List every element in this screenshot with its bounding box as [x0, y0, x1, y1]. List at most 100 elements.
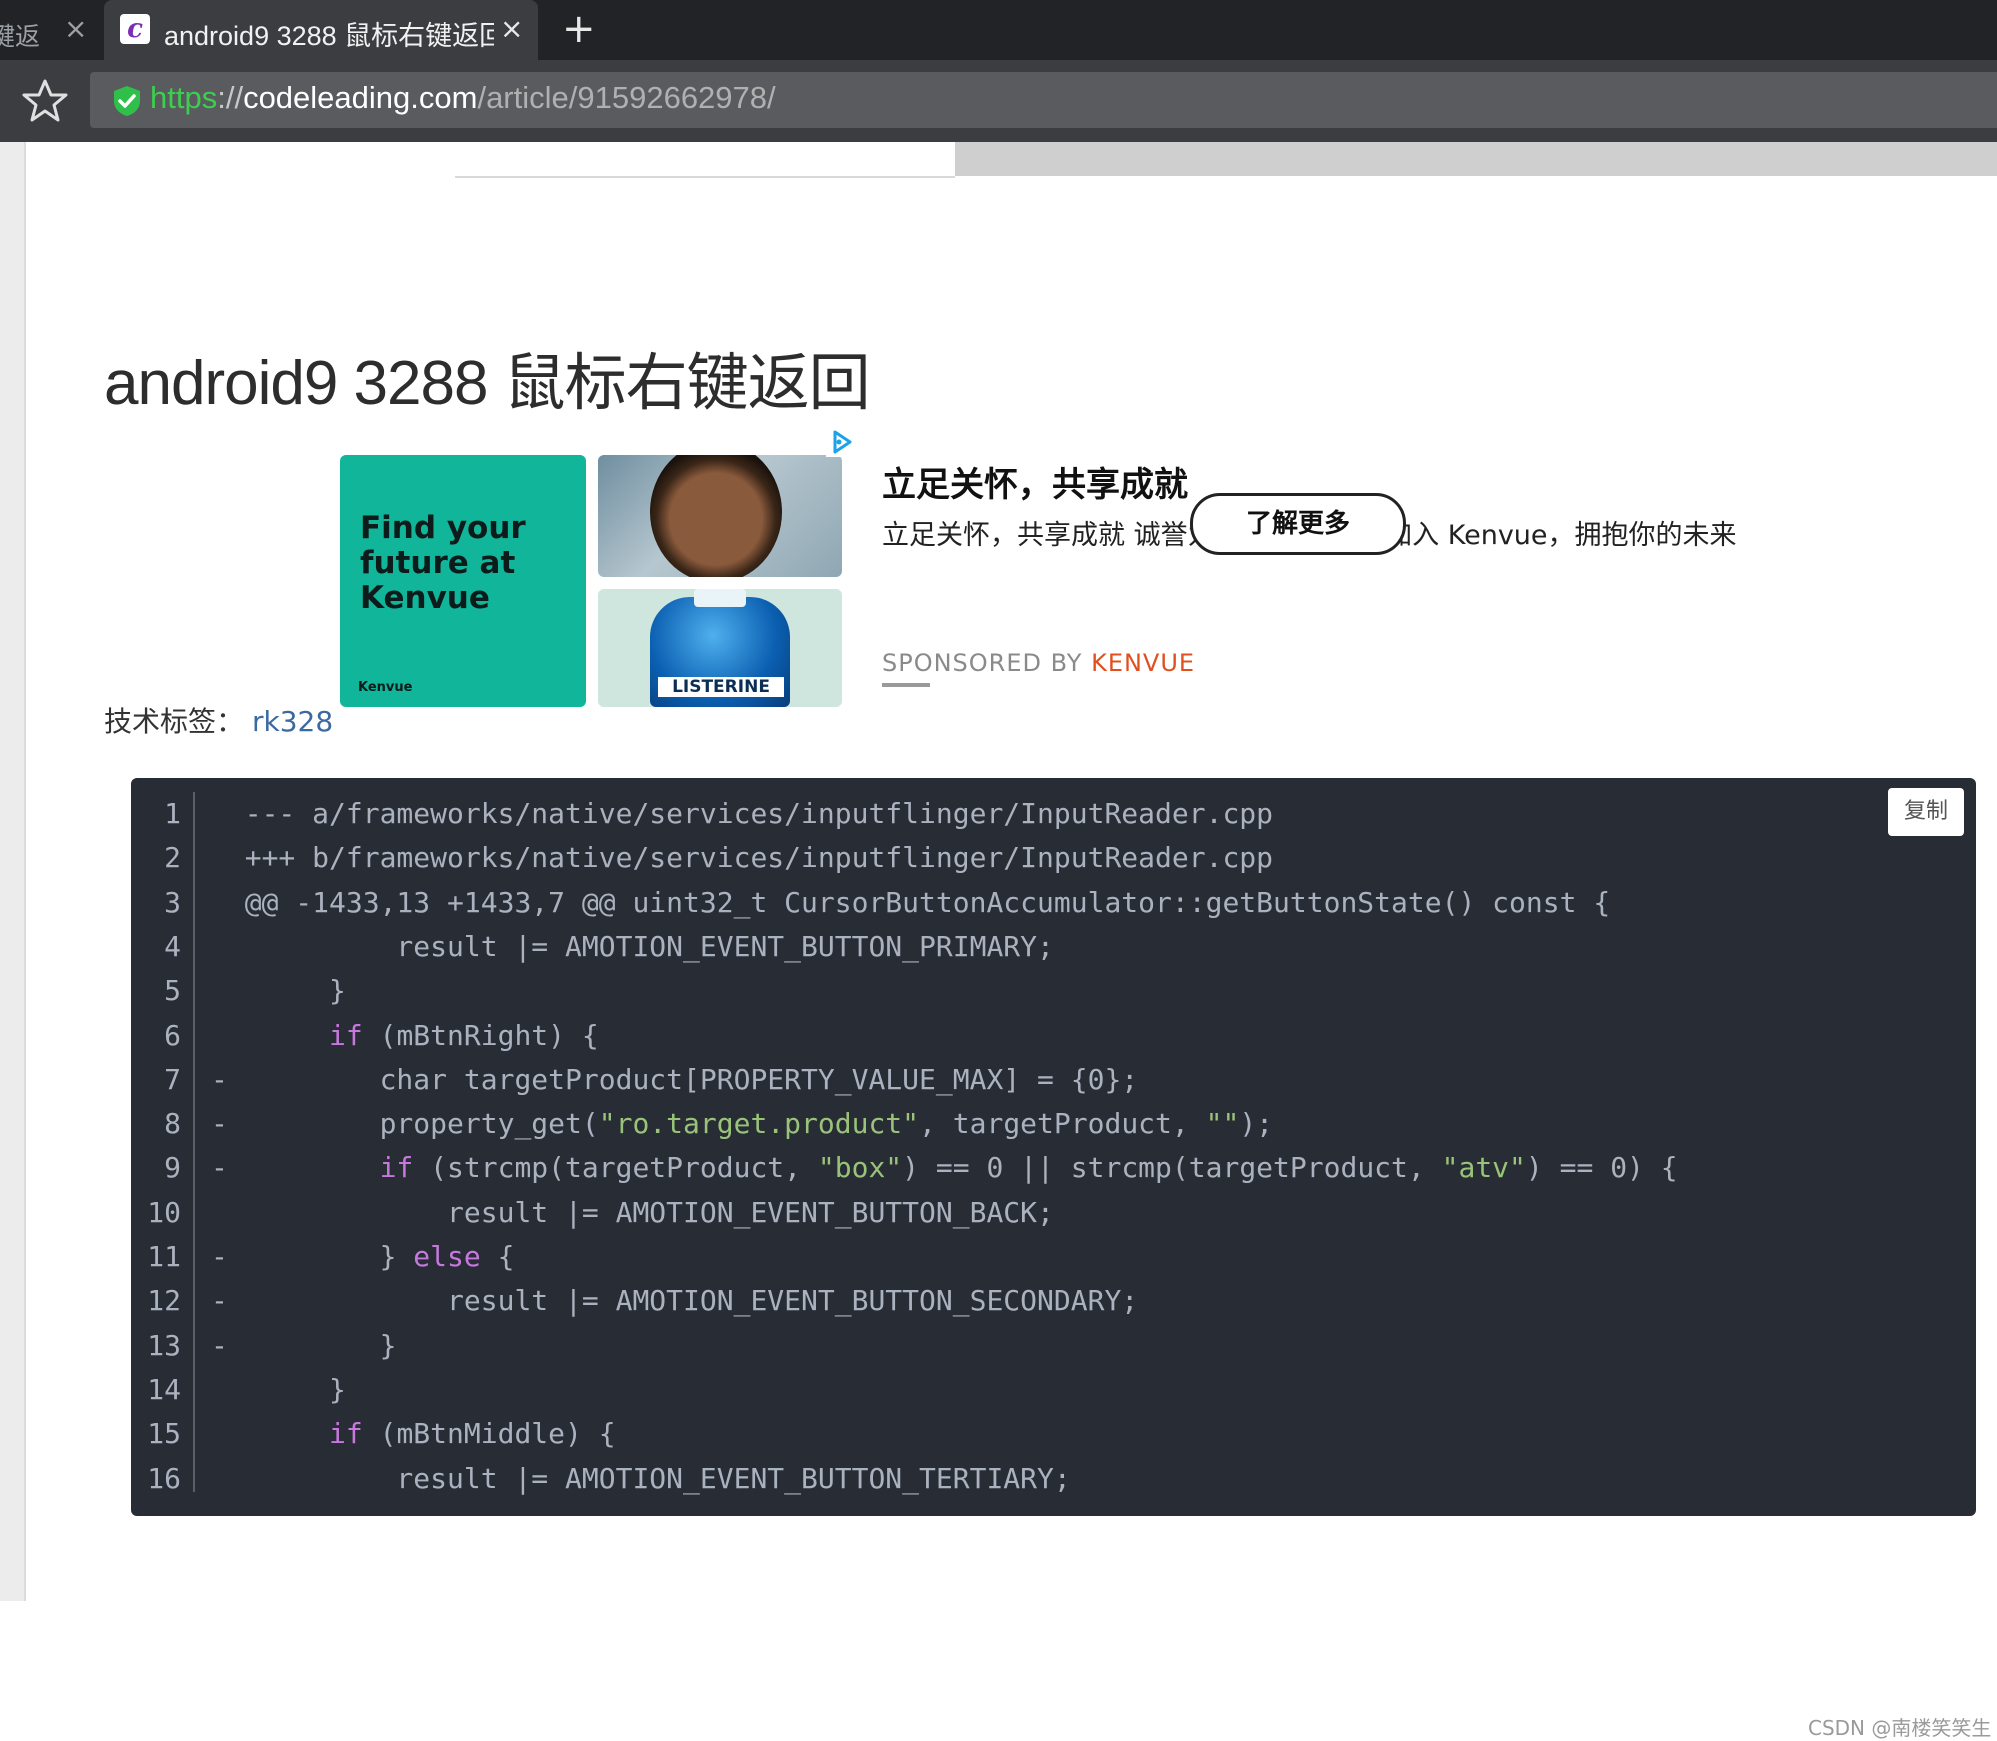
sponsored-label: SPONSORED BY [882, 649, 1083, 677]
code-keyword: if [329, 1018, 363, 1052]
article-title: android9 3288 鼠标右键返回 [104, 349, 871, 418]
secure-shield-icon [114, 86, 140, 116]
code-text: - if (strcmp(targetProduct, "box") == 0 … [211, 1146, 1678, 1190]
sponsored-ad[interactable]: Find your future at Kenvue Kenvue LISTER… [340, 427, 1780, 707]
code-segment: ); [1239, 1107, 1274, 1141]
url-text[interactable]: https://codeleading.com/article/91592662… [150, 80, 776, 116]
tag-link[interactable]: rk328 [252, 705, 333, 738]
learn-more-button[interactable]: 了解更多 [1190, 493, 1406, 555]
code-segment: +++ b/frameworks/native/services/inputfl… [244, 841, 1274, 875]
tab-active[interactable]: c android9 3288 鼠标右键返回 × [104, 0, 538, 60]
code-text: } [211, 969, 346, 1013]
tab-strip: 键返回 × c android9 3288 鼠标右键返回 × + [0, 0, 1997, 60]
line-number: 13 [147, 1328, 181, 1362]
code-segment: } [244, 974, 346, 1008]
divider [455, 176, 955, 178]
code-segment: } [244, 1240, 414, 1273]
line-number: 11 [147, 1240, 181, 1273]
kenvue-logo: Kenvue [358, 680, 413, 695]
code-keyword: if [329, 1417, 363, 1451]
line-number: 12 [147, 1284, 181, 1318]
adchoices-icon[interactable] [826, 427, 856, 457]
code-segment: @@ -1433,13 +1433,7 @@ uint32_t CursorBu… [244, 885, 1611, 919]
code-block: 1 --- a/frameworks/native/services/input… [131, 778, 1976, 1516]
tech-tags-label: 技术标签： [104, 705, 245, 738]
code-text: - property_get("ro.target.product", targ… [211, 1102, 1273, 1146]
code-segment: (strcmp(targetProduct, [413, 1151, 818, 1185]
ad-title[interactable]: 立足关怀，共享成就 [882, 457, 1188, 506]
close-icon[interactable]: × [64, 12, 87, 45]
code-text: } [211, 1368, 346, 1412]
watermark: CSDN @南楼笑笑生 [1808, 1716, 1992, 1740]
code-segment: - [211, 1240, 228, 1273]
code-string: "box" [817, 1151, 903, 1185]
ad-underline [882, 683, 930, 687]
ad-card-kenvue[interactable]: Find your future at Kenvue Kenvue [340, 455, 586, 707]
code-text: if (mBtnMiddle) { [211, 1412, 616, 1456]
copy-button[interactable]: 复制 [1888, 788, 1964, 836]
line-number: 5 [164, 974, 181, 1008]
code-segment: { [480, 1240, 515, 1273]
code-text: @@ -1433,13 +1433,7 @@ uint32_t CursorBu… [211, 881, 1610, 925]
code-segment: - [211, 1107, 228, 1141]
code-string: "atv" [1441, 1151, 1526, 1185]
new-tab-button[interactable]: + [562, 6, 596, 52]
code-segment: result |= AMOTION_EVENT_BUTTON_SECONDARY… [244, 1284, 1139, 1318]
code-text: - result |= AMOTION_EVENT_BUTTON_SECONDA… [211, 1279, 1138, 1323]
code-text: if (mBtnRight) { [211, 1014, 599, 1058]
bottle-label: LISTERINE [658, 677, 784, 697]
code-keyword: else [413, 1240, 481, 1273]
code-segment: result |= AMOTION_EVENT_BUTTON_BACK; [244, 1195, 1054, 1229]
line-number: 3 [164, 885, 181, 919]
code-segment: - [211, 1284, 228, 1318]
code-text: result |= AMOTION_EVENT_BUTTON_TERTIARY; [211, 1457, 1070, 1501]
url-scheme: https [150, 80, 218, 115]
line-number: 15 [147, 1417, 181, 1451]
line-number: 8 [164, 1107, 181, 1141]
bottle-cap [694, 589, 746, 607]
code-segment: - [211, 1151, 228, 1185]
code-text: - char targetProduct[PROPERTY_VALUE_MAX]… [211, 1058, 1138, 1102]
ad-product-image[interactable]: LISTERINE [598, 589, 842, 707]
close-icon[interactable]: × [500, 12, 523, 45]
line-number: 9 [164, 1151, 181, 1185]
code-text: - } else { [211, 1235, 514, 1279]
line-number: 2 [164, 841, 181, 875]
line-number: 16 [147, 1461, 181, 1495]
url-separator: :// [217, 80, 244, 115]
ad-photo[interactable] [598, 455, 842, 577]
left-margin [0, 142, 26, 1601]
line-number: 1 [164, 797, 181, 830]
code-segment: - [211, 1328, 228, 1362]
code-text: +++ b/frameworks/native/services/inputfl… [211, 836, 1273, 880]
sponsor-name[interactable]: KENVUE [1091, 649, 1195, 677]
ad-card-headline: Find your future at Kenvue [360, 510, 526, 616]
code-text: result |= AMOTION_EVENT_BUTTON_BACK; [211, 1191, 1054, 1235]
bookmark-star-icon[interactable] [20, 76, 70, 126]
url-host: codeleading.com [243, 80, 478, 115]
code-segment: (mBtnRight) { [362, 1018, 599, 1052]
code-text: --- a/frameworks/native/services/inputfl… [211, 792, 1273, 836]
tech-tags: 技术标签： rk328 [104, 700, 333, 740]
code-segment: , targetProduct, [919, 1107, 1206, 1141]
code-segment: ) == 0) { [1525, 1151, 1678, 1185]
tab-previous[interactable]: 键返回 × [0, 0, 100, 60]
address-toolbar: https://codeleading.com/article/91592662… [0, 60, 1997, 142]
code-segment: property_get( [244, 1107, 599, 1141]
top-banner-placeholder [955, 142, 1997, 176]
line-number: 10 [147, 1195, 181, 1229]
